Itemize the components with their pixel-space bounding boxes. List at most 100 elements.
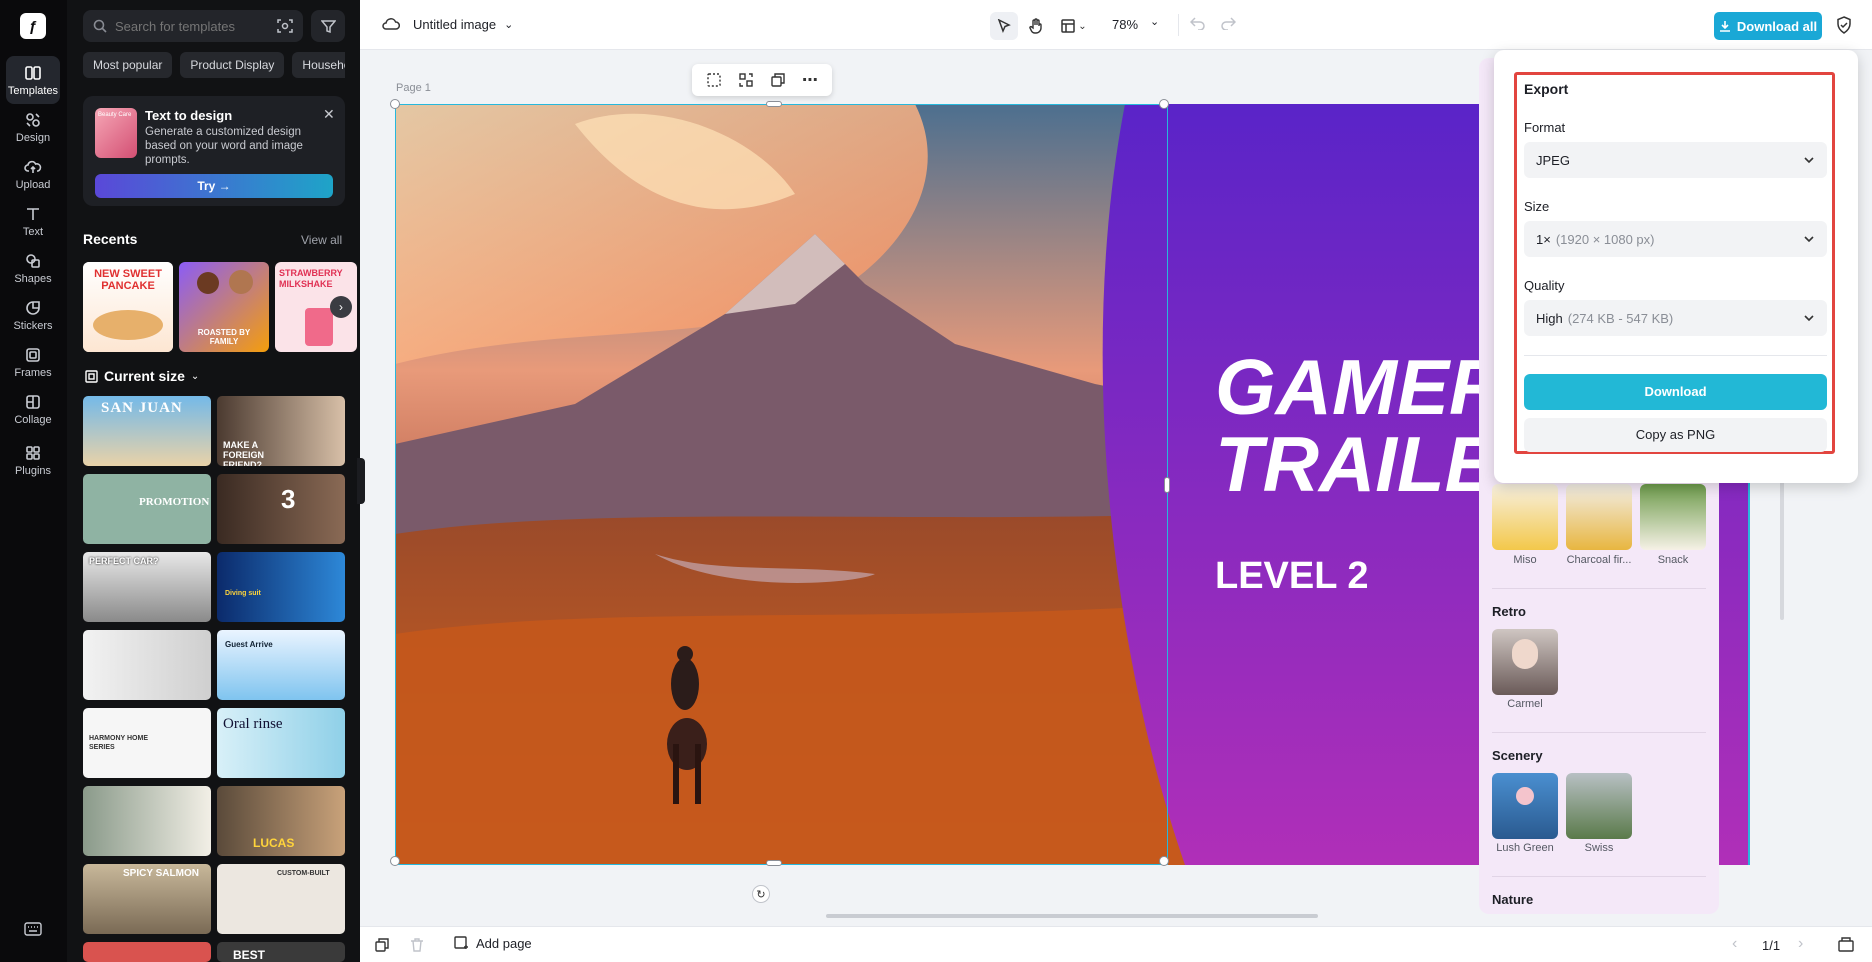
recents-next-button[interactable]: › — [330, 296, 352, 318]
template-card[interactable] — [83, 630, 211, 700]
template-card[interactable]: 3 — [217, 474, 345, 544]
size-select[interactable]: 1× (1920 × 1080 px) — [1524, 221, 1827, 257]
redo-icon[interactable] — [1220, 16, 1237, 35]
headline-line1[interactable]: GAMER — [1215, 343, 1505, 431]
subheadline[interactable]: LEVEL 2 — [1215, 555, 1368, 597]
template-card[interactable] — [83, 942, 211, 962]
format-select[interactable]: JPEG — [1524, 142, 1827, 178]
undo-icon[interactable] — [1189, 16, 1206, 35]
plugins-icon — [26, 445, 40, 460]
style-label: Lush Green — [1496, 842, 1554, 854]
zoom-chevron-icon[interactable]: ⌄ — [1150, 15, 1159, 28]
template-card[interactable]: MAKE A FOREIGN FRIEND? — [217, 396, 345, 466]
style-thumb-miso[interactable] — [1492, 484, 1558, 550]
horizontal-scrollbar[interactable] — [826, 914, 1318, 918]
template-card[interactable] — [83, 786, 211, 856]
image-search-icon[interactable] — [277, 18, 293, 34]
resize-handle[interactable] — [766, 101, 782, 107]
rotate-icon[interactable]: ↻ — [752, 885, 770, 903]
resize-handle[interactable] — [766, 860, 782, 866]
download-all-button[interactable]: Download all — [1714, 12, 1822, 40]
select-area-icon[interactable] — [706, 72, 722, 88]
export-title: Export — [1524, 81, 1569, 97]
element-toolbar: ⋯ — [692, 64, 832, 96]
template-card[interactable]: SAN JUAN — [83, 396, 211, 466]
layout-tool[interactable]: ⌄ — [1054, 12, 1094, 40]
zoom-level[interactable]: 78% — [1112, 17, 1138, 32]
select-tool[interactable] — [990, 12, 1018, 40]
recent-item[interactable]: NEW SWEET PANCAKE — [83, 262, 173, 352]
more-icon[interactable]: ⋯ — [802, 70, 818, 90]
template-card[interactable]: Diving suit — [217, 552, 345, 622]
prev-page-icon[interactable]: ‹ — [1732, 935, 1737, 953]
quality-select[interactable]: High (274 KB - 547 KB) — [1524, 300, 1827, 336]
quality-value: High — [1536, 310, 1563, 326]
resize-handle[interactable] — [1159, 99, 1169, 109]
template-card[interactable]: LUCAS — [217, 786, 345, 856]
rail-collage[interactable]: Collage — [6, 385, 60, 433]
template-card[interactable]: Guest Arrive — [217, 630, 345, 700]
cloud-save-icon[interactable] — [382, 16, 400, 32]
collapse-panel-handle[interactable] — [357, 458, 365, 504]
template-search[interactable] — [83, 10, 303, 42]
chip-most-popular[interactable]: Most popular — [83, 52, 173, 78]
hand-tool[interactable] — [1022, 12, 1050, 40]
duplicate-page-icon[interactable] — [374, 937, 390, 958]
duplicate-icon[interactable] — [770, 72, 786, 88]
style-thumb-lush-green[interactable] — [1492, 773, 1558, 839]
current-size-header[interactable]: Current size ⌄ — [85, 368, 199, 384]
rail-design[interactable]: Design — [6, 103, 60, 151]
download-button[interactable]: Download — [1524, 374, 1827, 410]
app-logo[interactable]: ƒ — [20, 13, 46, 39]
rail-label: Frames — [14, 366, 52, 379]
resize-handle[interactable] — [390, 99, 400, 109]
template-card[interactable]: Oral rinse — [217, 708, 345, 778]
rail-upload[interactable]: Upload — [6, 150, 60, 198]
search-input[interactable] — [115, 18, 265, 34]
style-thumb-charcoal[interactable] — [1566, 484, 1632, 550]
filter-button[interactable] — [311, 10, 345, 42]
template-card[interactable]: SPICY SALMON — [83, 864, 211, 934]
chip-household[interactable]: Househo — [292, 52, 345, 78]
template-card[interactable]: CUSTOM-BUILT — [217, 864, 345, 934]
try-button[interactable]: Try → — [95, 174, 333, 198]
rail-label: Plugins — [14, 464, 52, 477]
rail-stickers[interactable]: Stickers — [6, 291, 60, 339]
chevron-down-icon — [1804, 157, 1814, 164]
cursor-icon — [997, 19, 1011, 33]
chip-product-display[interactable]: Product Display — [180, 52, 285, 78]
template-card[interactable]: HARMONY HOME SERIES — [83, 708, 211, 778]
next-page-icon[interactable]: › — [1798, 935, 1803, 953]
rail-plugins[interactable]: Plugins — [6, 432, 60, 488]
doc-title[interactable]: Untitled image ⌄ — [413, 17, 513, 32]
selection-box[interactable] — [390, 99, 1170, 866]
size-label: Size — [1524, 199, 1550, 214]
template-card[interactable]: PROMOTION — [83, 474, 211, 544]
rail-templates[interactable]: Templates — [6, 56, 60, 104]
close-icon[interactable]: ✕ — [323, 106, 335, 123]
rail-frames[interactable]: Frames — [6, 338, 60, 386]
add-page-button[interactable]: Add page — [454, 936, 532, 951]
style-thumb-carmel[interactable] — [1492, 629, 1558, 695]
template-text: PROMOTION — [139, 496, 210, 508]
rail-text[interactable]: Text — [6, 197, 60, 245]
promo-badge: Beauty Care — [98, 112, 132, 118]
view-all-link[interactable]: View all — [301, 233, 342, 247]
style-thumb-swiss[interactable] — [1566, 773, 1632, 839]
recent-item[interactable]: ROASTED BY FAMILY — [179, 262, 269, 352]
resize-handle[interactable] — [1159, 856, 1169, 866]
resize-handle[interactable] — [390, 856, 400, 866]
pages-panel-icon[interactable] — [1838, 937, 1854, 957]
replace-icon[interactable] — [738, 72, 754, 88]
template-card[interactable]: PERFECT CAR? — [83, 552, 211, 622]
template-card[interactable]: BEST — [217, 942, 345, 962]
promo-thumbnail: Beauty Care — [95, 108, 137, 158]
keyboard-icon[interactable] — [24, 922, 42, 941]
page-label: Page 1 — [396, 82, 431, 94]
copy-as-png-button[interactable]: Copy as PNG — [1524, 418, 1827, 452]
shield-icon[interactable] — [1836, 16, 1852, 39]
trash-icon[interactable] — [410, 937, 424, 958]
resize-handle[interactable] — [1164, 477, 1170, 493]
style-thumb-snack[interactable] — [1640, 484, 1706, 550]
rail-shapes[interactable]: Shapes — [6, 244, 60, 292]
